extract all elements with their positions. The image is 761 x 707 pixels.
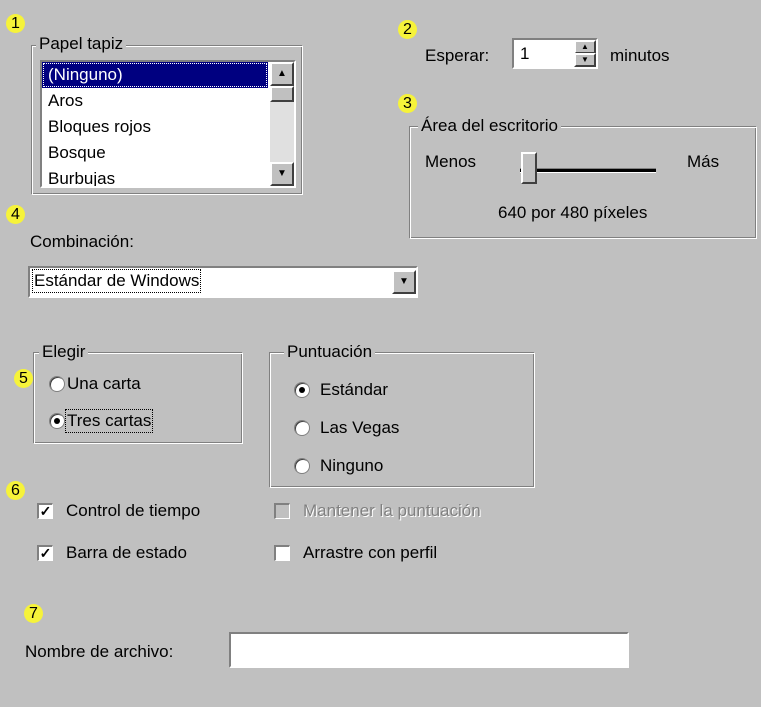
chevron-down-icon[interactable]: ▼ <box>392 270 416 294</box>
filename-input[interactable] <box>229 632 629 668</box>
callout-1: 1 <box>6 14 25 33</box>
scroll-up-arrow-icon[interactable]: ▲ <box>270 62 294 86</box>
spin-down-arrow-icon[interactable]: ▼ <box>574 53 596 67</box>
draw-one-radio[interactable] <box>49 376 65 392</box>
wallpaper-list-item[interactable]: Bosque <box>42 140 268 166</box>
wallpaper-list-item[interactable]: Bloques rojos <box>42 114 268 140</box>
slider-max-label: Más <box>687 152 720 171</box>
callout-3: 3 <box>398 94 417 113</box>
scoring-none-radio[interactable] <box>294 458 310 474</box>
wait-unit: minutos <box>610 46 670 65</box>
wallpaper-scrollbar[interactable]: ▲ ▼ <box>270 62 294 186</box>
timer-checkbox[interactable]: ✓ <box>37 503 53 519</box>
callout-6: 6 <box>6 481 25 500</box>
wallpaper-listbox[interactable]: (Ninguno) Aros Bloques rojos Bosque Burbujas… <box>40 60 296 188</box>
slider-min-label: Menos <box>425 152 477 171</box>
slider-track[interactable] <box>520 168 656 173</box>
scoring-legend: Puntuación <box>284 343 376 361</box>
scoring-vegas-radio[interactable] <box>294 420 310 436</box>
draw-one-label[interactable]: Una carta <box>67 374 141 394</box>
outline-drag-checkbox[interactable] <box>274 545 290 561</box>
callout-2: 2 <box>398 20 417 39</box>
scheme-select[interactable]: Estándar de Windows ▼ <box>28 266 418 298</box>
wallpaper-list-item[interactable]: Burbujas <box>42 166 268 186</box>
scroll-down-arrow-icon[interactable]: ▼ <box>270 162 294 186</box>
scheme-label: Combinación: <box>30 232 134 251</box>
resolution-text: 640 por 480 píxeles <box>498 203 648 222</box>
scoring-standard-label[interactable]: Estándar <box>320 380 388 400</box>
wallpaper-list-item[interactable]: (Ninguno) <box>42 62 268 88</box>
callout-7: 7 <box>24 604 43 623</box>
timer-label[interactable]: Control de tiempo <box>66 501 200 521</box>
scoring-vegas-label[interactable]: Las Vegas <box>320 418 399 438</box>
wallpaper-list-item[interactable]: Aros <box>42 88 268 114</box>
scheme-value: Estándar de Windows <box>31 269 202 293</box>
keep-score-checkbox <box>274 503 290 519</box>
wait-spinner[interactable]: 1 ▲ ▼ <box>512 38 598 69</box>
status-bar-label[interactable]: Barra de estado <box>66 543 187 563</box>
wallpaper-legend: Papel tapiz <box>36 35 127 53</box>
scoring-standard-radio[interactable] <box>294 382 310 398</box>
status-bar-checkbox[interactable]: ✓ <box>37 545 53 561</box>
keep-score-label: Mantener la puntuación <box>303 501 481 520</box>
filename-label: Nombre de archivo: <box>25 642 174 661</box>
wait-label: Esperar: <box>425 46 490 65</box>
callout-4: 4 <box>6 205 25 224</box>
draw-three-radio[interactable] <box>49 413 65 429</box>
scroll-thumb[interactable] <box>270 86 294 102</box>
wait-value[interactable]: 1 <box>520 44 529 64</box>
desktop-area-legend: Área del escritorio <box>418 117 562 135</box>
draw-three-label[interactable]: Tres cartas <box>64 409 154 433</box>
outline-drag-label[interactable]: Arrastre con perfil <box>303 543 437 563</box>
scoring-none-label[interactable]: Ninguno <box>320 456 383 476</box>
callout-5: 5 <box>14 369 33 388</box>
draw-legend: Elegir <box>39 343 89 361</box>
slider-thumb[interactable] <box>521 152 537 184</box>
spin-up-arrow-icon[interactable]: ▲ <box>574 40 596 54</box>
